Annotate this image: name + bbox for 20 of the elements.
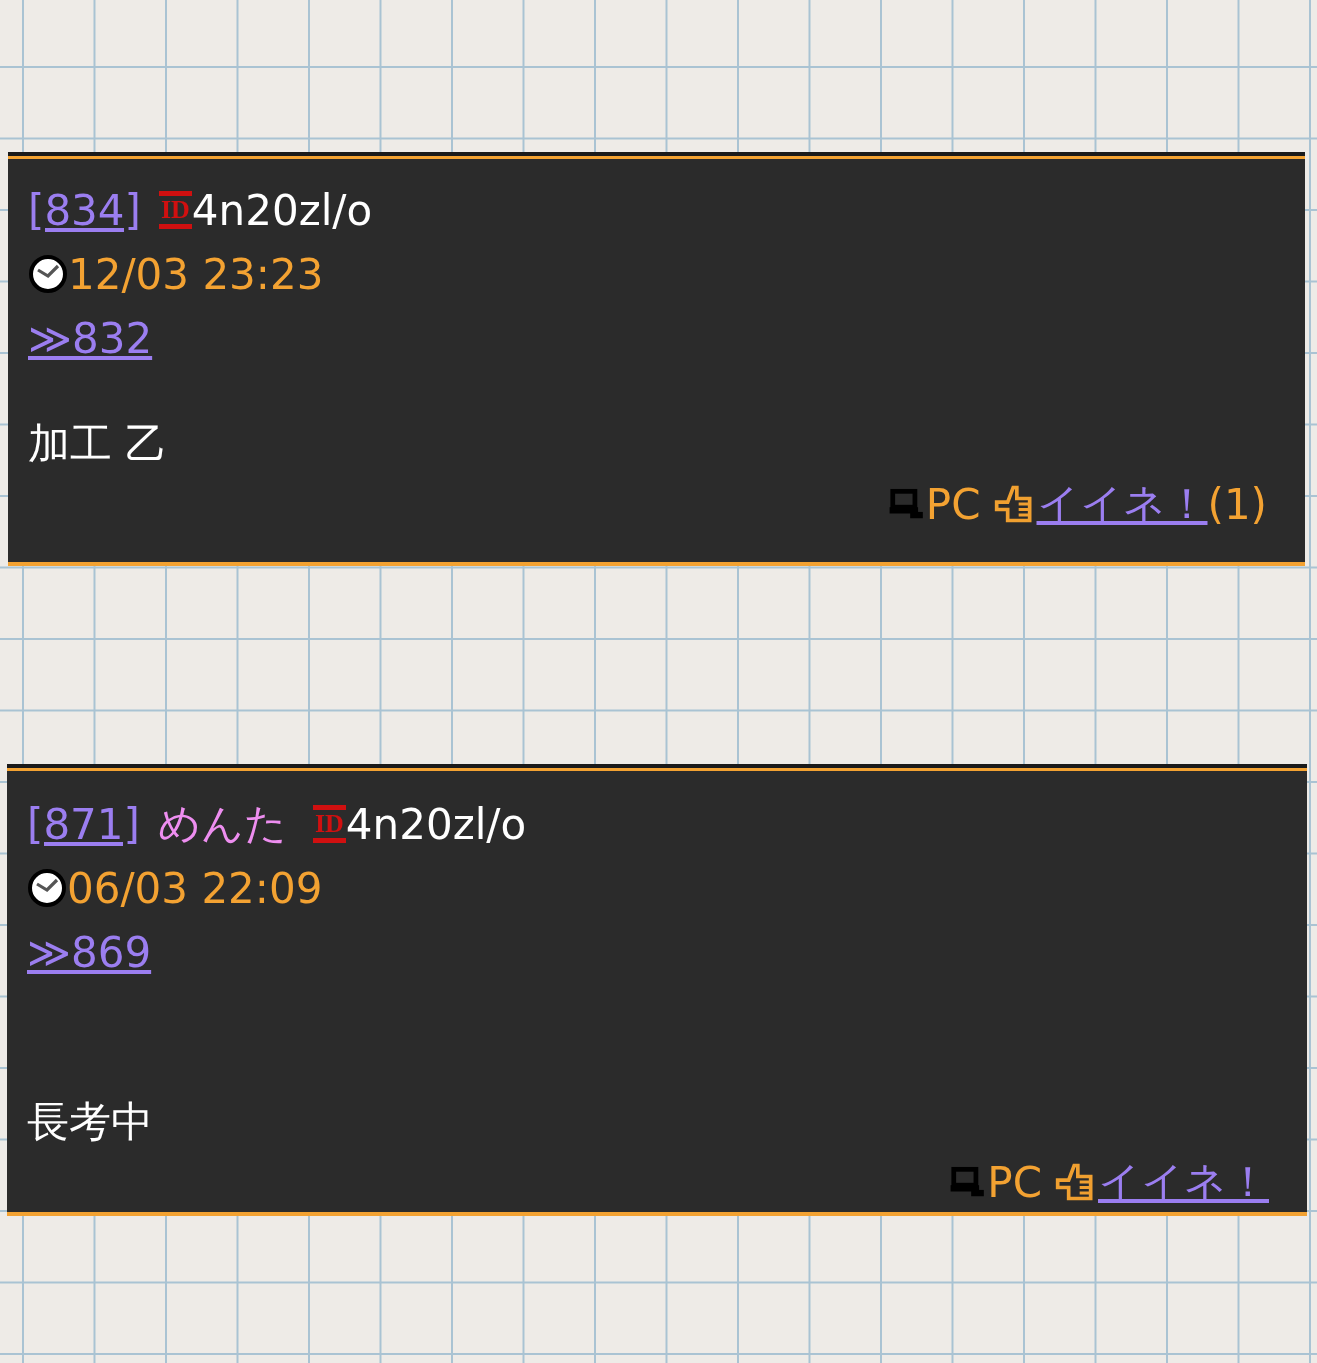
id-badge: ID [158, 191, 192, 229]
clock-icon [28, 254, 68, 294]
device-label: PC [987, 1157, 1042, 1207]
poster-id: 4n20zl/o [191, 185, 373, 235]
reply-link[interactable]: ≫832 [28, 313, 153, 363]
like-link[interactable]: イイネ！ [1036, 476, 1208, 532]
poster-name: めんた [157, 798, 287, 850]
post-number-link[interactable]: [834] [28, 185, 141, 235]
clock-icon [27, 868, 67, 908]
id-badge: ID [312, 805, 346, 843]
post-date: 06/03 22:09 [67, 863, 323, 913]
poster-id: 4n20zl/o [345, 799, 527, 849]
post-body: 加工 乙 [28, 418, 169, 470]
post-date: 12/03 23:23 [68, 249, 324, 299]
like-link[interactable]: イイネ！ [1098, 1154, 1269, 1210]
device-label: PC [925, 479, 981, 529]
post-body: 長考中 [27, 1096, 154, 1148]
reply-link[interactable]: ≫869 [27, 927, 152, 977]
like-count: (1) [1207, 479, 1267, 529]
post-number-link[interactable]: [871] [27, 799, 140, 849]
